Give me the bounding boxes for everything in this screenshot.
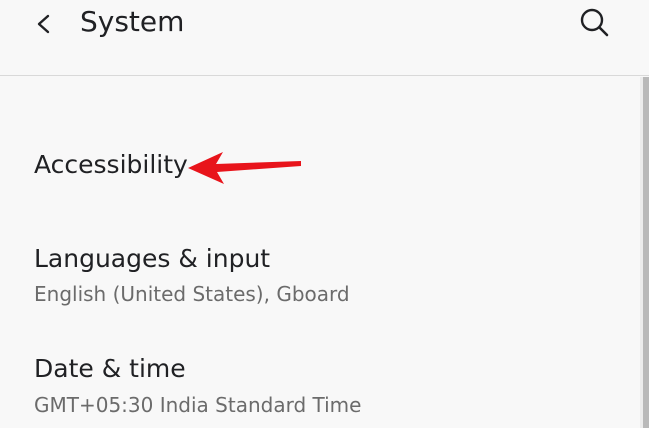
settings-item-date-time[interactable]: Date & time GMT+05:30 India Standard Tim… <box>0 338 640 428</box>
settings-item-languages-input[interactable]: Languages & input English (United States… <box>0 226 640 322</box>
page-title: System <box>80 5 185 38</box>
search-button[interactable] <box>574 4 614 42</box>
settings-item-title: Languages & input <box>34 244 271 273</box>
red-arrow-annotation-icon <box>188 152 301 184</box>
settings-item-summary: GMT+05:30 India Standard Time <box>34 393 362 417</box>
scrollbar-thumb[interactable] <box>643 77 649 428</box>
search-icon <box>580 8 609 37</box>
settings-item-summary: English (United States), Gboard <box>34 282 350 306</box>
back-button[interactable] <box>28 6 62 40</box>
settings-item-title: Accessibility <box>34 150 188 179</box>
settings-item-accessibility[interactable]: Accessibility <box>0 118 640 214</box>
settings-item-title: Date & time <box>34 354 186 383</box>
app-bar: System <box>0 0 649 76</box>
chevron-left-icon <box>37 14 50 34</box>
